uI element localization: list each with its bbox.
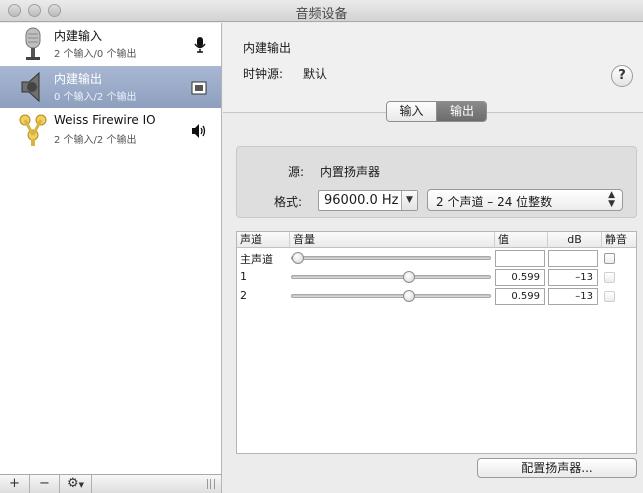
tab-output[interactable]: 输出 bbox=[437, 102, 486, 121]
column-header-value: 值 bbox=[495, 232, 548, 248]
device-header: 内建输出 时钟源: 默认 ? bbox=[223, 23, 643, 113]
device-name: 内建输入 bbox=[54, 29, 103, 43]
column-header-channel: 声道 bbox=[237, 232, 290, 248]
device-item-weiss-firewire[interactable]: Weiss Firewire IO 2 个输入/2 个输出 bbox=[0, 109, 221, 151]
slider-knob[interactable] bbox=[403, 271, 415, 283]
volume-value-field[interactable] bbox=[495, 250, 545, 267]
device-list: 内建输入 2 个输入/0 个输出 内建输出 0 个输入/2 个输出 Weiss … bbox=[0, 23, 222, 474]
format-label: 格式: bbox=[274, 195, 303, 209]
volume-slider-1[interactable] bbox=[291, 271, 491, 283]
sample-rate-value: 96000.0 Hz bbox=[324, 193, 399, 208]
mute-checkbox-1[interactable] bbox=[604, 272, 615, 283]
mute-checkbox-2[interactable] bbox=[604, 291, 615, 302]
format-group: 源: 内置扬声器 格式: 96000.0 Hz ▼ 2 个声道 – 24 位整数… bbox=[236, 146, 637, 218]
volume-value-field[interactable]: 0.599 bbox=[495, 288, 545, 305]
device-list-toolbar: + − ⚙▼ bbox=[0, 474, 222, 493]
add-device-button[interactable]: + bbox=[0, 475, 30, 493]
help-button[interactable]: ? bbox=[611, 65, 633, 87]
tab-input[interactable]: 输入 bbox=[387, 102, 437, 121]
channel-label-master: 主声道 bbox=[240, 253, 273, 266]
source-value: 内置扬声器 bbox=[320, 165, 381, 179]
finder-icon bbox=[191, 81, 207, 95]
chevron-down-icon: ▼ bbox=[78, 481, 85, 489]
device-channels: 2 个输入/2 个输出 bbox=[54, 135, 137, 146]
firewire-icon bbox=[19, 114, 47, 146]
io-tabs: 输入 输出 bbox=[386, 101, 487, 122]
channel-label-1: 1 bbox=[240, 270, 247, 283]
remove-device-button[interactable]: − bbox=[30, 475, 60, 493]
clock-source-label: 时钟源: bbox=[243, 67, 284, 81]
window-title: 音频设备 bbox=[295, 7, 348, 22]
resize-handle[interactable] bbox=[207, 479, 215, 489]
device-item-builtin-input[interactable]: 内建输入 2 个输入/0 个输出 bbox=[0, 23, 221, 65]
db-value-field[interactable] bbox=[548, 250, 598, 267]
channel-format-value: 2 个声道 – 24 位整数 bbox=[436, 195, 553, 209]
volume-value-field[interactable]: 0.599 bbox=[495, 269, 545, 286]
db-value-field[interactable]: –13 bbox=[548, 288, 598, 305]
chevron-down-icon: ▼ bbox=[401, 191, 417, 210]
configure-speakers-button[interactable]: 配置扬声器... bbox=[477, 458, 637, 478]
slider-knob[interactable] bbox=[292, 252, 304, 264]
updown-arrows-icon: ▲ ▼ bbox=[608, 190, 615, 209]
volume-slider-master[interactable] bbox=[291, 252, 491, 264]
speaker-device-icon bbox=[21, 71, 40, 103]
channel-volume-table: 声道 音量 值 dB 静音 主声道 1 0.599 –13 2 0.599 –1… bbox=[236, 231, 637, 454]
column-header-mute: 静音 bbox=[602, 232, 636, 248]
source-label: 源: bbox=[288, 165, 305, 179]
volume-slider-2[interactable] bbox=[291, 290, 491, 302]
device-name: 内建输出 bbox=[54, 72, 103, 86]
device-channels: 2 个输入/0 个输出 bbox=[54, 49, 137, 60]
channel-format-select[interactable]: 2 个声道 – 24 位整数 ▲ ▼ bbox=[427, 189, 623, 211]
column-header-db: dB bbox=[548, 232, 602, 248]
device-title: 内建输出 bbox=[243, 41, 292, 55]
gear-icon: ⚙ bbox=[66, 476, 79, 491]
device-name: Weiss Firewire IO bbox=[54, 113, 156, 127]
device-channels: 0 个输入/2 个输出 bbox=[54, 92, 137, 103]
microphone-icon bbox=[194, 37, 206, 53]
db-value-field[interactable]: –13 bbox=[548, 269, 598, 286]
sample-rate-select[interactable]: 96000.0 Hz ▼ bbox=[318, 190, 418, 211]
microphone-device-icon bbox=[25, 27, 41, 60]
speaker-icon bbox=[192, 124, 206, 138]
slider-knob[interactable] bbox=[403, 290, 415, 302]
device-item-builtin-output[interactable]: 内建输出 0 个输入/2 个输出 bbox=[0, 66, 221, 108]
clock-source-value: 默认 bbox=[303, 67, 328, 81]
action-menu-button[interactable]: ⚙▼ bbox=[60, 475, 92, 493]
title-bar: 音频设备 bbox=[0, 0, 643, 22]
channel-label-2: 2 bbox=[240, 289, 247, 302]
column-header-volume: 音量 bbox=[290, 232, 495, 248]
mute-checkbox-master[interactable] bbox=[604, 253, 615, 264]
